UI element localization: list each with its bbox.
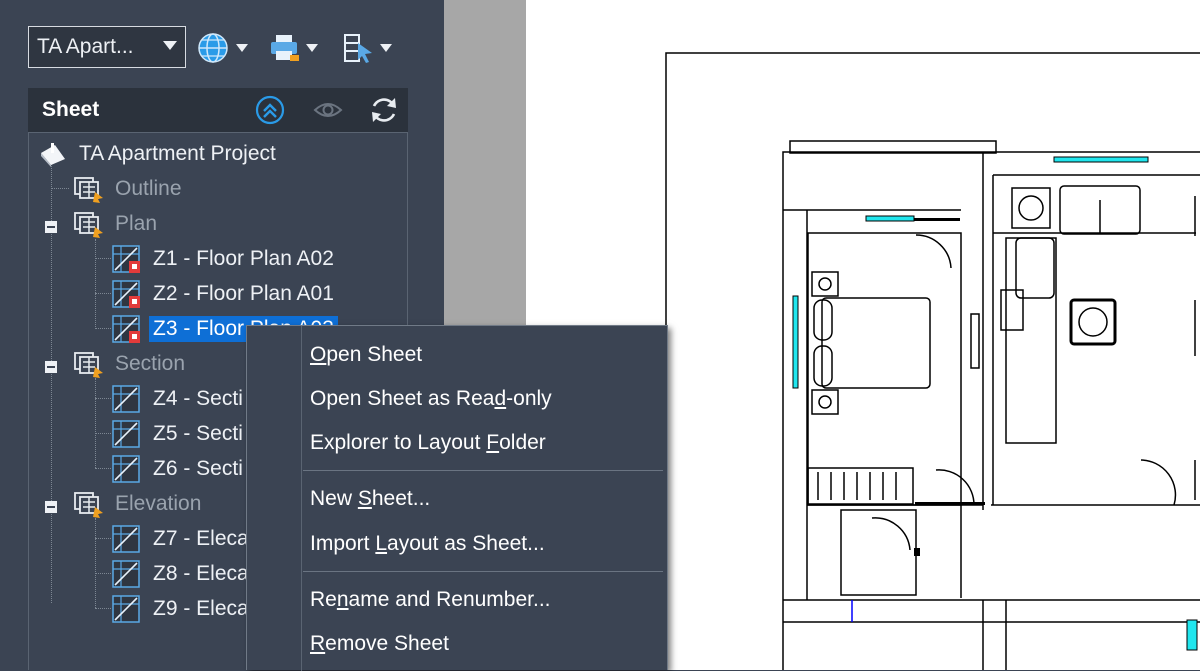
subset-icon <box>74 177 103 203</box>
tree-sheet-z8-label: Z8 - Eleca <box>153 562 249 585</box>
menu-item-explorer-layout-folder[interactable]: Explorer to Layout Folder <box>310 431 546 455</box>
tree-sheet-z5-label: Z5 - Secti <box>153 422 243 445</box>
sheet-icon <box>112 525 140 553</box>
menu-item-open-sheet[interactable]: Open Sheet <box>310 343 422 367</box>
collapse-elevation-toggle[interactable] <box>45 501 57 513</box>
tree-sheet-z6-label: Z6 - Secti <box>153 457 243 480</box>
tree-root-label: TA Apartment Project <box>79 142 276 165</box>
page-title: Sheet <box>42 98 100 121</box>
subset-icon <box>74 212 103 238</box>
select-icon <box>344 34 372 63</box>
tree-sheet-z1[interactable]: Z1 - Floor Plan A02 <box>111 244 338 274</box>
sheet-set-globe-button[interactable] <box>196 30 248 66</box>
sheet-icon <box>112 455 140 483</box>
eye-icon[interactable] <box>312 94 344 126</box>
subset-plan[interactable]: Plan <box>73 209 161 239</box>
chevron-down-icon <box>163 41 177 50</box>
refresh-icon[interactable] <box>368 94 400 126</box>
chevron-down-icon <box>306 44 318 52</box>
subset-section[interactable]: Section <box>73 349 189 379</box>
tree-sheet-z2-label: Z2 - Floor Plan A01 <box>153 282 334 305</box>
sheet-icon <box>112 385 140 413</box>
chevron-down-icon <box>236 44 248 52</box>
subset-elevation-label: Elevation <box>115 492 202 515</box>
menu-item-rename-renumber[interactable]: Rename and Renumber... <box>310 588 551 612</box>
chevron-down-icon <box>380 44 392 52</box>
sheet-selection-button[interactable] <box>342 30 392 66</box>
publish-plot-button[interactable] <box>268 30 318 66</box>
subset-elevation[interactable]: Elevation <box>73 489 205 519</box>
subset-plan-label: Plan <box>115 212 158 235</box>
sheet-icon <box>112 595 140 623</box>
tree-sheet-z4[interactable]: Z4 - Secti <box>111 384 247 414</box>
tree-sheet-z9[interactable]: Z9 - Eleca <box>111 594 253 624</box>
sheet-icon <box>112 315 140 343</box>
context-menu-gutter <box>301 326 302 671</box>
subset-icon <box>74 492 103 518</box>
tree-sheet-z8[interactable]: Z8 - Eleca <box>111 559 253 589</box>
menu-item-remove-sheet[interactable]: Remove Sheet <box>310 632 449 656</box>
tree-sheet-z1-label: Z1 - Floor Plan A02 <box>153 247 334 270</box>
tree-sheet-z9-label: Z9 - Eleca <box>153 597 249 620</box>
sheet-set-dropdown[interactable]: TA Apart... <box>28 26 186 68</box>
sheet-set-dropdown-value: TA Apart... <box>37 35 134 58</box>
tree-sheet-z2[interactable]: Z2 - Floor Plan A01 <box>111 279 338 309</box>
collapse-plan-toggle[interactable] <box>45 221 57 233</box>
globe-icon <box>198 33 228 63</box>
context-menu: Open Sheet Open Sheet as Read-only Explo… <box>246 325 668 671</box>
collapse-all-icon[interactable] <box>254 94 286 126</box>
tree-sheet-z5[interactable]: Z5 - Secti <box>111 419 247 449</box>
sheet-icon <box>112 420 140 448</box>
sheet-icon <box>112 245 140 273</box>
sheet-icon <box>112 280 140 308</box>
subset-outline-label: Outline <box>115 177 182 200</box>
sheet-list-header: Sheet <box>28 88 408 132</box>
menu-separator <box>303 470 663 471</box>
menu-item-import-layout[interactable]: Import Layout as Sheet... <box>310 532 545 556</box>
menu-item-open-read-only[interactable]: Open Sheet as Read-only <box>310 387 552 411</box>
tree-sheet-z7-label: Z7 - Eleca <box>153 527 249 550</box>
sheet-set-icon <box>41 143 65 167</box>
menu-item-new-sheet[interactable]: New Sheet... <box>310 487 430 511</box>
subset-outline[interactable]: Outline <box>73 174 186 204</box>
tree-sheet-z6[interactable]: Z6 - Secti <box>111 454 247 484</box>
sheet-icon <box>112 560 140 588</box>
subset-icon <box>74 352 103 378</box>
plot-icon <box>271 35 299 61</box>
tree-sheet-z7[interactable]: Z7 - Eleca <box>111 524 253 554</box>
subset-section-label: Section <box>115 352 186 375</box>
menu-separator <box>303 571 663 572</box>
tree-sheet-z4-label: Z4 - Secti <box>153 387 243 410</box>
collapse-section-toggle[interactable] <box>45 361 57 373</box>
tree-root-sheet-set[interactable]: TA Apartment Project <box>37 139 280 169</box>
